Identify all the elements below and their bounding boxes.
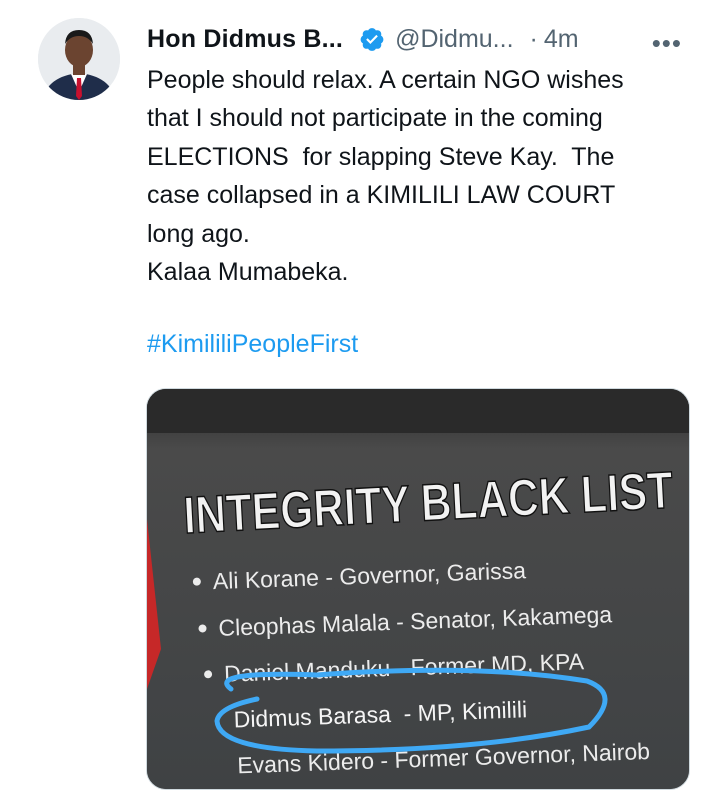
tweet-text-line: case collapsed in a KIMILILI LAW COURT <box>147 181 616 210</box>
integrity-list-photo: INTEGRITY BLACK LIST Ali Korane - Govern… <box>147 389 689 789</box>
tweet-text-line: long ago. <box>147 219 250 248</box>
tweet-text-line: People should relax. A certain NGO wishe… <box>147 66 624 94</box>
separator-dot: · <box>529 24 538 53</box>
tweet-media-image[interactable]: INTEGRITY BLACK LIST Ali Korane - Govern… <box>146 388 690 790</box>
display-name[interactable]: Hon Didmus B... <box>147 25 343 54</box>
tweet-text-line: Kalaa Mumabeka. <box>147 258 349 287</box>
tweet-header: Hon Didmus B... @Didmu... · 4m ••• <box>147 22 706 59</box>
verified-badge-icon <box>359 26 385 52</box>
avatar[interactable] <box>38 18 120 100</box>
avatar-image <box>38 18 120 100</box>
tweet-text-line: ELECTIONS for slapping Steve Kay. The <box>147 142 615 171</box>
more-options-icon[interactable]: ••• <box>652 28 682 59</box>
tweet-text: People should relax. A certain NGO wishe… <box>147 61 707 291</box>
user-handle[interactable]: @Didmu... <box>395 25 513 54</box>
hashtag-link[interactable]: #KimililiPeopleFirst <box>147 330 358 359</box>
tweet-text-line: that I should not participate in the com… <box>147 104 603 133</box>
tweet-timestamp[interactable]: 4m <box>544 25 579 54</box>
